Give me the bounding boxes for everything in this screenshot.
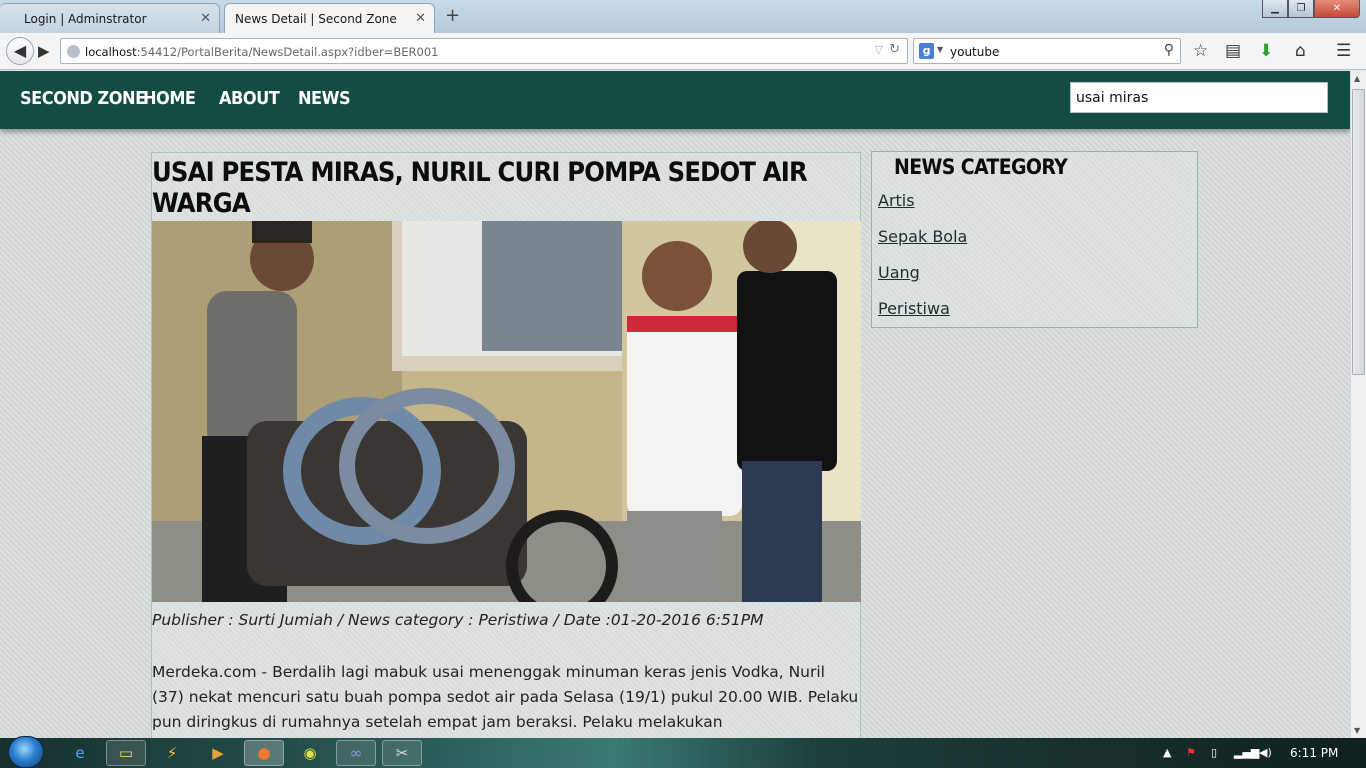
forward-icon[interactable]: ▶ [38, 42, 50, 60]
menu-about[interactable]: ABOUT [219, 88, 280, 109]
search-icon[interactable]: ⚲ [1164, 42, 1174, 58]
tab-login[interactable]: Login | Adminstrator ✕ [0, 3, 220, 33]
volume-icon[interactable]: ◀) [1259, 746, 1272, 759]
tab-news-detail[interactable]: News Detail | Second Zone ✕ [224, 3, 435, 33]
quick-launch-icon[interactable]: ⚡ [152, 740, 192, 766]
url-dropdown-icon[interactable]: ▽ [875, 43, 883, 56]
action-center-icon[interactable]: ⚑ [1186, 746, 1196, 759]
scroll-down-icon[interactable]: ▼ [1354, 726, 1360, 735]
windows-taskbar: e ▭ ⚡ ▶ ● ◉ ∞ ✂ ▲ ⚑ ▯ ▂▄▆ ◀) 6:11 PM [0, 736, 1366, 768]
site-header: SECOND ZONE HOME ABOUT NEWS [0, 71, 1350, 129]
article-meta: Publisher : Surti Jumiah / News category… [152, 611, 764, 629]
minimize-button[interactable]: ▁ [1262, 0, 1288, 18]
tools-icon[interactable]: ✂ [382, 740, 422, 766]
tab-close-icon[interactable]: ✕ [415, 11, 426, 26]
article-body: Merdeka.com - Berdalih lagi mabuk usai m… [152, 663, 859, 731]
category-link-artis[interactable]: Artis [878, 191, 915, 210]
news-category-panel: NEWS CATEGORY Artis Sepak Bola Uang Peri… [871, 151, 1198, 328]
media-player-icon[interactable]: ▶ [198, 740, 238, 766]
category-link-sepak-bola[interactable]: Sepak Bola [878, 227, 967, 246]
site-brand[interactable]: SECOND ZONE [20, 88, 146, 109]
ie-icon[interactable]: e [60, 740, 100, 766]
windows-start-icon[interactable] [8, 736, 44, 768]
article-title: USAI PESTA MIRAS, NURIL CURI POMPA SEDOT… [152, 157, 808, 219]
visual-studio-icon[interactable]: ∞ [336, 740, 376, 766]
tray-expand-icon[interactable]: ▲ [1163, 746, 1171, 759]
firefox-icon[interactable]: ● [244, 740, 284, 766]
taskbar-clock[interactable]: 6:11 PM [1290, 746, 1338, 760]
home-icon[interactable]: ⌂ [1295, 41, 1306, 61]
battery-icon[interactable]: ▯ [1211, 746, 1217, 759]
browser-titlebar: Login | Adminstrator ✕ News Detail | Sec… [0, 0, 1366, 33]
reload-icon[interactable]: ↻ [889, 42, 900, 57]
url-input[interactable]: localhost:54412/PortalBerita/NewsDetail.… [60, 38, 908, 64]
search-engine-dropdown-icon[interactable]: ▼ [937, 45, 943, 54]
page-viewport: SECOND ZONE HOME ABOUT NEWS USAI PESTA M… [0, 71, 1350, 738]
google-icon[interactable]: g [919, 43, 934, 59]
tab-close-icon[interactable]: ✕ [200, 11, 211, 26]
scrollbar-thumb[interactable] [1352, 89, 1365, 375]
browser-navbar: ◀ ▶ localhost:54412/PortalBerita/NewsDet… [0, 33, 1366, 70]
category-link-peristiwa[interactable]: Peristiwa [878, 299, 950, 318]
menu-news[interactable]: NEWS [298, 88, 351, 109]
scroll-up-icon[interactable]: ▲ [1354, 74, 1360, 83]
explorer-icon[interactable]: ▭ [106, 740, 146, 766]
tab-title: Login | Adminstrator [24, 12, 147, 26]
category-link-uang[interactable]: Uang [878, 263, 920, 282]
maximize-button[interactable]: ❐ [1288, 0, 1314, 18]
hamburger-menu-icon[interactable]: ☰ [1336, 41, 1351, 61]
url-path: :54412/PortalBerita/NewsDetail.aspx?idbe… [136, 45, 439, 59]
page-scrollbar[interactable]: ▲ ▼ [1350, 71, 1366, 738]
back-icon[interactable]: ◀ [6, 37, 34, 65]
reading-list-icon[interactable]: ▤ [1225, 41, 1241, 61]
browser-search-input[interactable]: g ▼ youtube ⚲ [913, 38, 1181, 64]
url-host: localhost [85, 45, 137, 59]
download-icon[interactable]: ⬇ [1259, 41, 1273, 61]
network-icon[interactable]: ▂▄▆ [1234, 746, 1259, 759]
new-tab-icon[interactable]: + [445, 5, 460, 26]
tab-title: News Detail | Second Zone [235, 12, 397, 26]
globe-icon [67, 45, 80, 58]
article: USAI PESTA MIRAS, NURIL CURI POMPA SEDOT… [151, 152, 861, 738]
chrome-icon[interactable]: ◉ [290, 740, 330, 766]
site-search-input[interactable] [1070, 82, 1328, 113]
article-photo [152, 221, 861, 602]
star-icon[interactable]: ☆ [1193, 41, 1208, 61]
news-category-heading: NEWS CATEGORY [894, 155, 1068, 179]
menu-home[interactable]: HOME [143, 88, 196, 109]
window-controls: ▁ ❐ ✕ [1262, 0, 1360, 18]
browser-search-value: youtube [950, 45, 1000, 59]
close-button[interactable]: ✕ [1314, 0, 1360, 18]
